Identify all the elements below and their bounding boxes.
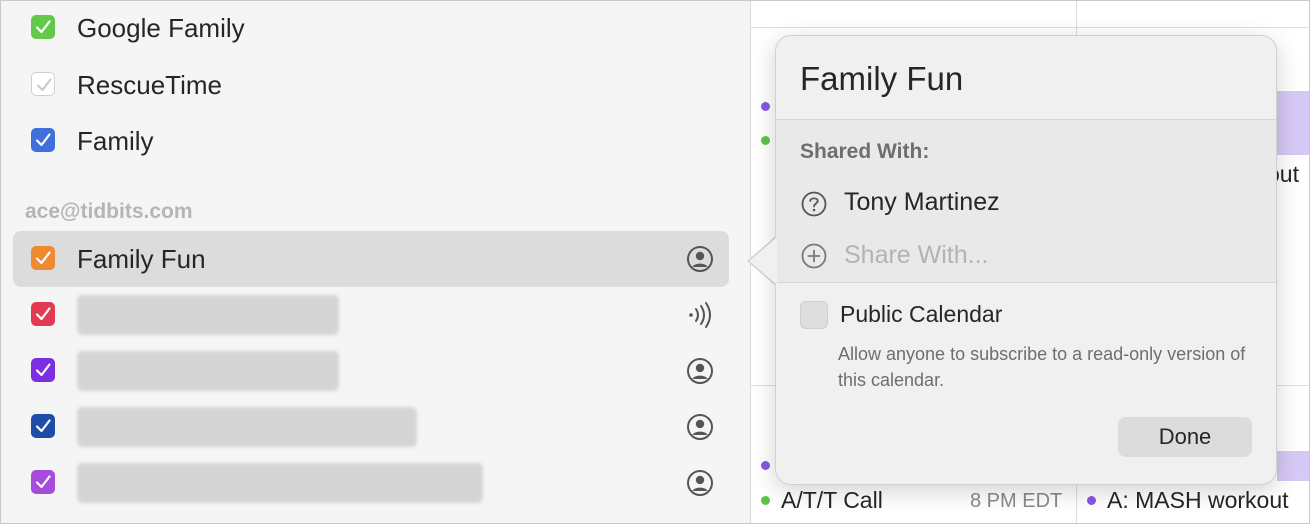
public-calendar-checkbox[interactable] xyxy=(800,301,828,329)
event-dot xyxy=(1087,496,1096,505)
shared-person-icon[interactable] xyxy=(685,244,715,274)
public-calendar-label[interactable]: Public Calendar xyxy=(840,301,1002,328)
checkmark-icon xyxy=(35,475,51,489)
checkmark-icon xyxy=(35,419,51,433)
redacted-label xyxy=(77,463,483,503)
checkmark-icon xyxy=(37,78,52,91)
calendar-label: Family Fun xyxy=(77,244,206,274)
checkmark-icon xyxy=(35,251,51,265)
calendar-checkbox[interactable] xyxy=(31,358,55,382)
checkmark-icon xyxy=(35,20,51,34)
calendar-checkbox[interactable] xyxy=(31,246,55,270)
account-header: ace@tidbits.com xyxy=(25,200,193,223)
calendar-row-family[interactable]: Family xyxy=(13,113,729,169)
calendar-row-google-family[interactable]: Google Family xyxy=(13,1,729,57)
calendar-window: out A/T/T Call 8 PM EDT A: MASH workout … xyxy=(0,0,1310,524)
calendar-sidebar: Google Family RescueTime Family ace@tidb… xyxy=(1,1,751,523)
divider xyxy=(776,119,1276,120)
calendar-row-rescuetime[interactable]: RescueTime xyxy=(13,57,729,113)
calendar-checkbox[interactable] xyxy=(31,72,55,96)
event-dot xyxy=(761,496,770,505)
add-circle-icon[interactable] xyxy=(800,242,828,270)
event-title[interactable]: A: MASH workout xyxy=(1107,487,1289,514)
calendar-row-family-fun[interactable]: Family Fun xyxy=(13,231,729,287)
event-block[interactable] xyxy=(1277,451,1309,481)
calendar-row-redacted[interactable] xyxy=(13,399,729,455)
redacted-label xyxy=(77,407,417,447)
shared-person-icon[interactable] xyxy=(685,412,715,442)
redacted-label xyxy=(77,295,339,335)
event-dot xyxy=(761,102,770,111)
calendar-label: Family xyxy=(77,126,154,156)
calendar-label: RescueTime xyxy=(77,70,222,100)
popover-arrow xyxy=(749,237,777,285)
checkmark-icon xyxy=(35,363,51,377)
share-with-input[interactable] xyxy=(844,238,1224,272)
calendar-row-redacted[interactable] xyxy=(13,343,729,399)
event-block[interactable] xyxy=(1277,91,1309,155)
event-dot xyxy=(761,136,770,145)
calendar-row-redacted[interactable] xyxy=(13,455,729,511)
done-button[interactable]: Done xyxy=(1118,417,1252,457)
shared-person-icon[interactable] xyxy=(685,468,715,498)
calendar-checkbox[interactable] xyxy=(31,15,55,39)
calendar-label: Google Family xyxy=(77,13,245,43)
event-dot xyxy=(761,461,770,470)
broadcast-icon[interactable] xyxy=(685,300,715,330)
shared-person-icon[interactable] xyxy=(685,356,715,386)
shared-with-label: Shared With: xyxy=(800,140,930,163)
calendar-checkbox[interactable] xyxy=(31,470,55,494)
question-mark-icon[interactable] xyxy=(800,190,828,218)
divider xyxy=(776,282,1276,283)
calendar-checkbox[interactable] xyxy=(31,414,55,438)
calendar-row-redacted[interactable] xyxy=(13,287,729,343)
event-time: 8 PM EDT xyxy=(970,490,1063,512)
popover-title[interactable]: Family Fun xyxy=(800,60,963,98)
calendar-checkbox[interactable] xyxy=(31,302,55,326)
checkmark-icon xyxy=(35,307,51,321)
calendar-checkbox[interactable] xyxy=(31,128,55,152)
checkmark-icon xyxy=(35,133,51,147)
event-title[interactable]: A/T/T Call xyxy=(781,487,883,514)
shared-person-name[interactable]: Tony Martinez xyxy=(844,188,1000,217)
grid-line xyxy=(751,27,1309,28)
public-calendar-description: Allow anyone to subscribe to a read-only… xyxy=(838,344,1246,390)
calendar-sharing-popover: Family Fun Shared With: Tony Martinez Pu… xyxy=(775,35,1277,485)
redacted-label xyxy=(77,351,339,391)
